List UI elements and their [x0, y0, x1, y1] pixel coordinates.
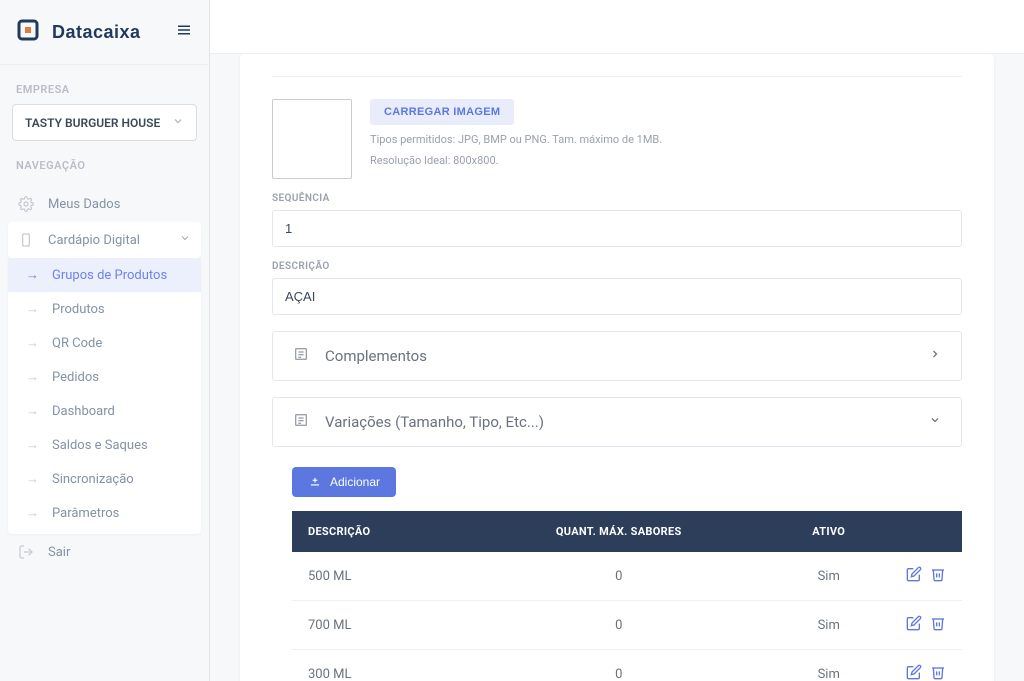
add-variation-button[interactable]: Adicionar	[292, 467, 396, 497]
company-selected-value: TASTY BURGUER HOUSE	[25, 116, 160, 130]
nav-item-label: Sair	[48, 545, 70, 560]
topbar	[210, 0, 1024, 54]
accordion-title: Complementos	[325, 347, 427, 365]
list-icon	[293, 412, 309, 432]
subnav-parametros[interactable]: → Parâmetros	[8, 496, 201, 530]
logo-icon	[16, 18, 40, 46]
complementos-accordion[interactable]: Complementos	[272, 331, 962, 381]
content-area: CARREGAR IMAGEM Tipos permitidos: JPG, B…	[210, 54, 1024, 681]
add-button-label: Adicionar	[330, 475, 380, 489]
empresa-section-label: EMPRESA	[0, 65, 209, 104]
gear-icon	[18, 196, 34, 212]
subnav-produtos[interactable]: → Produtos	[8, 292, 201, 326]
sidebar: Datacaixa EMPRESA TASTY BURGUER HOUSE NA…	[0, 0, 210, 681]
subnav-item-label: Produtos	[52, 302, 105, 317]
logo-text: Datacaixa	[52, 22, 141, 43]
cell-desc: 300 ML	[292, 650, 470, 681]
edit-icon[interactable]	[906, 664, 922, 681]
arrow-right-icon: →	[26, 335, 38, 351]
cell-ativo: Sim	[767, 552, 890, 601]
form-card: CARREGAR IMAGEM Tipos permitidos: JPG, B…	[240, 54, 994, 681]
cell-qtd: 0	[470, 650, 767, 681]
variations-table: DESCRIÇÃO QUANT. MÁX. SABORES ATIVO 500 …	[292, 511, 962, 681]
subnav-pedidos[interactable]: → Pedidos	[8, 360, 201, 394]
subnav-item-label: Dashboard	[52, 404, 115, 419]
subnav-dashboard[interactable]: → Dashboard	[8, 394, 201, 428]
table-row: 500 ML 0 Sim	[292, 552, 962, 601]
subnav-sincronizacao[interactable]: → Sincronização	[8, 462, 201, 496]
nav-item-label: Meus Dados	[48, 197, 120, 212]
arrow-right-icon: →	[26, 437, 38, 453]
logo-area: Datacaixa	[0, 0, 209, 65]
arrow-right-icon: →	[26, 267, 38, 283]
list-icon	[293, 346, 309, 366]
cell-desc: 500 ML	[292, 552, 470, 601]
logout-icon	[18, 544, 34, 560]
delete-icon[interactable]	[930, 664, 946, 681]
descricao-label: DESCRIÇÃO	[272, 261, 962, 272]
delete-icon[interactable]	[930, 566, 946, 586]
sequencia-input[interactable]	[272, 210, 962, 247]
cell-qtd: 0	[470, 552, 767, 601]
arrow-right-icon: →	[26, 403, 38, 419]
subnav-item-label: Grupos de Produtos	[52, 268, 167, 283]
arrow-right-icon: →	[26, 505, 38, 521]
table-row: 700 ML 0 Sim	[292, 601, 962, 650]
col-ativo: ATIVO	[767, 511, 890, 552]
device-icon	[18, 232, 34, 248]
nav-cardapio-digital[interactable]: Cardápio Digital	[8, 222, 201, 258]
chevron-down-icon	[172, 115, 184, 130]
arrow-right-icon: →	[26, 471, 38, 487]
subnav-grupos-produtos[interactable]: → Grupos de Produtos	[8, 258, 201, 292]
descricao-input[interactable]	[272, 278, 962, 315]
image-preview[interactable]	[272, 99, 352, 179]
arrow-right-icon: →	[26, 369, 38, 385]
plus-list-icon	[308, 475, 322, 489]
accordion-title: Variações (Tamanho, Tipo, Etc...)	[325, 413, 544, 431]
subnav-item-label: Saldos e Saques	[52, 438, 148, 453]
sequencia-label: SEQUÊNCIA	[272, 193, 962, 204]
arrow-right-icon: →	[26, 301, 38, 317]
company-selector[interactable]: TASTY BURGUER HOUSE	[12, 104, 197, 141]
cell-qtd: 0	[470, 601, 767, 650]
nav-list: Meus Dados Cardápio Digital → Grupos de …	[0, 180, 209, 681]
nav-meus-dados[interactable]: Meus Dados	[0, 186, 209, 222]
nav-section-label: NAVEGAÇÃO	[0, 141, 209, 180]
delete-icon[interactable]	[930, 615, 946, 635]
nav-sair[interactable]: Sair	[0, 534, 209, 570]
edit-icon[interactable]	[906, 566, 922, 586]
chevron-right-icon	[929, 348, 941, 364]
subnav: → Grupos de Produtos → Produtos → QR Cod…	[8, 258, 201, 534]
nav-item-label: Cardápio Digital	[48, 233, 140, 248]
cell-ativo: Sim	[767, 601, 890, 650]
col-qtd: QUANT. MÁX. SABORES	[470, 511, 767, 552]
image-hint-resolution: Resolução Ideal: 800x800.	[370, 154, 662, 167]
col-descricao: DESCRIÇÃO	[292, 511, 470, 552]
subnav-item-label: Parâmetros	[52, 506, 119, 521]
subnav-qrcode[interactable]: → QR Code	[8, 326, 201, 360]
variacoes-accordion[interactable]: Variações (Tamanho, Tipo, Etc...)	[272, 397, 962, 447]
subnav-item-label: Sincronização	[52, 472, 134, 487]
col-actions	[890, 511, 962, 552]
chevron-down-icon	[929, 414, 941, 430]
table-row: 300 ML 0 Sim	[292, 650, 962, 681]
load-image-button[interactable]: CARREGAR IMAGEM	[370, 99, 514, 125]
subnav-item-label: Pedidos	[52, 370, 99, 385]
image-hint-types: Tipos permitidos: JPG, BMP ou PNG. Tam. …	[370, 133, 662, 146]
subnav-saldos-saques[interactable]: → Saldos e Saques	[8, 428, 201, 462]
menu-toggle-icon[interactable]	[175, 21, 193, 43]
subnav-item-label: QR Code	[52, 336, 102, 351]
chevron-down-icon	[179, 232, 191, 248]
cell-ativo: Sim	[767, 650, 890, 681]
edit-icon[interactable]	[906, 615, 922, 635]
cell-desc: 700 ML	[292, 601, 470, 650]
